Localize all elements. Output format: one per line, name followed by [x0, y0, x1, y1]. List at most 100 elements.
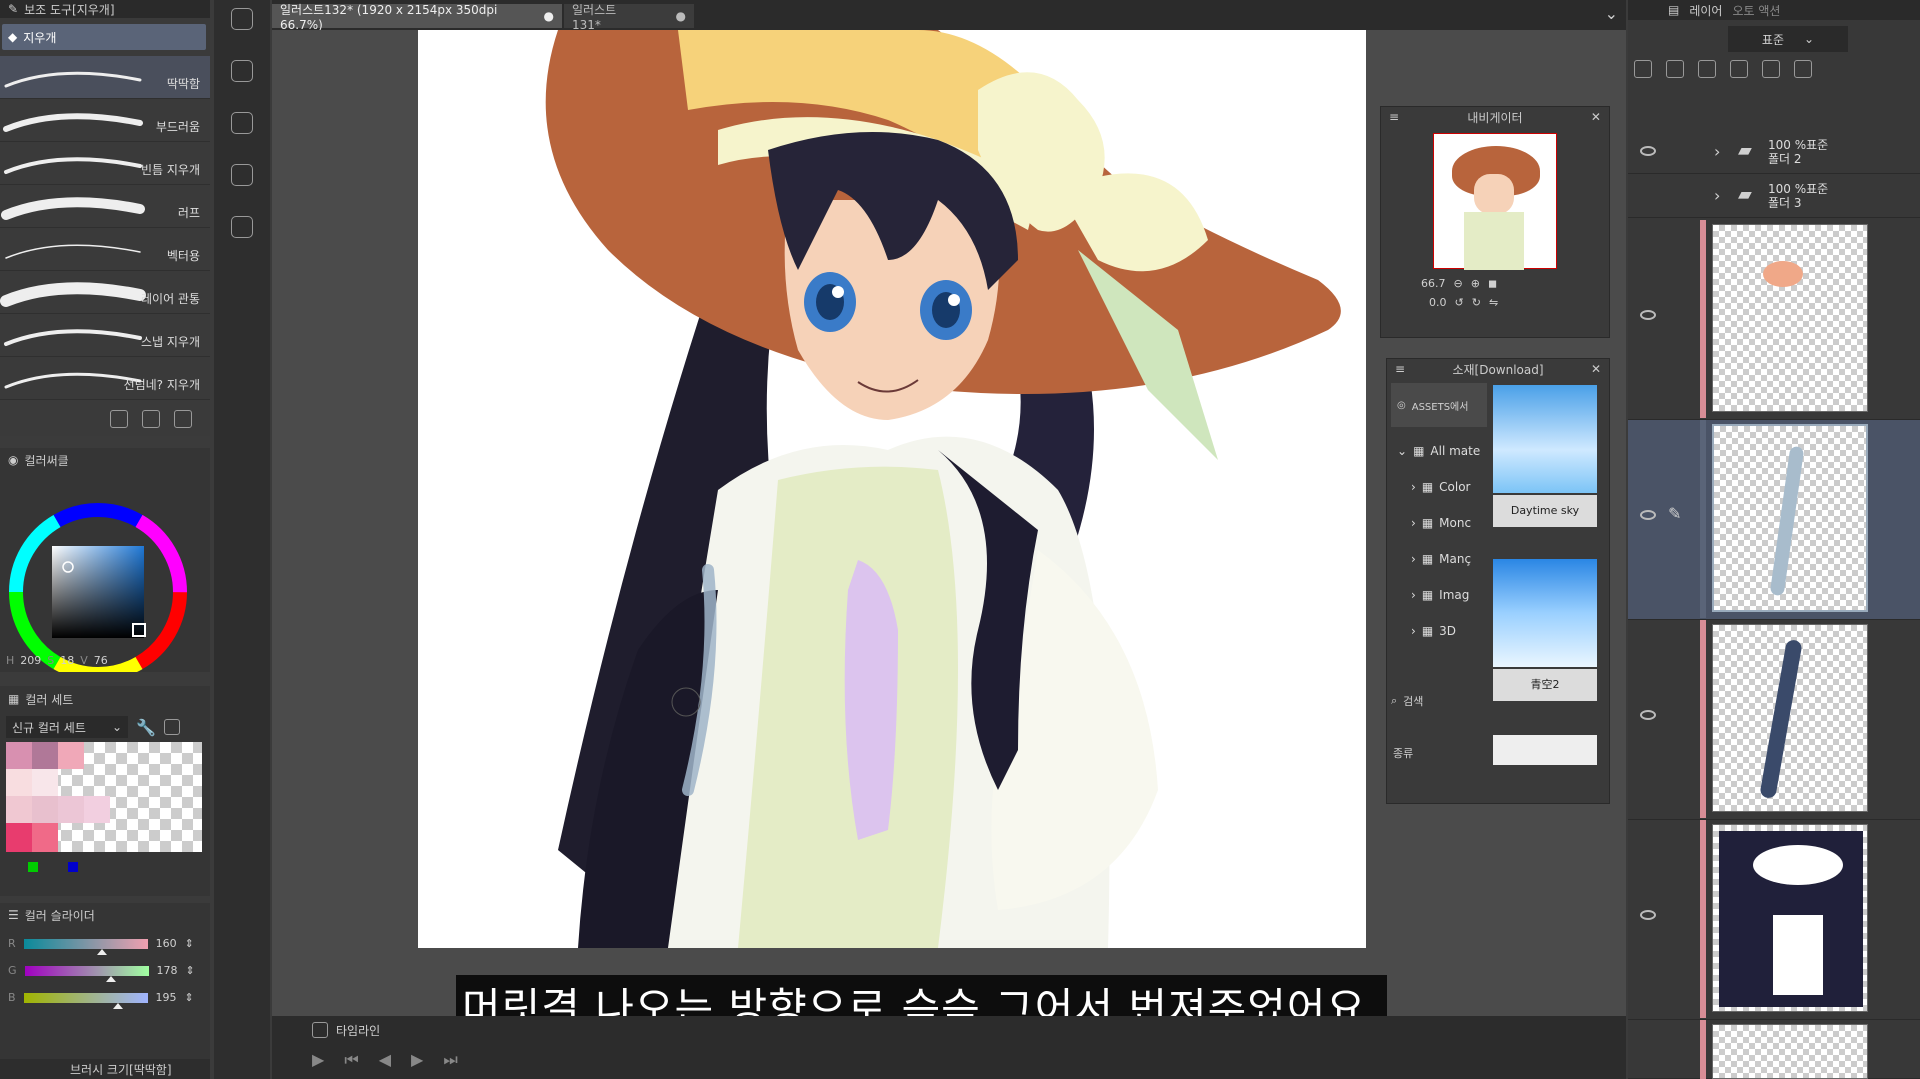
brush-item[interactable]: 빈틈 지우개	[0, 142, 210, 185]
layer-folder-2[interactable]: › ▰ 100 %표준 폴더 2	[1628, 130, 1920, 174]
brush-item[interactable]: 벡터용	[0, 228, 210, 271]
step-forward-icon[interactable]: ▶	[411, 1050, 423, 1070]
assets-button[interactable]: ◎ ASSETS에서	[1391, 383, 1487, 427]
brush-item[interactable]: 러프	[0, 185, 210, 228]
eye-icon[interactable]	[1640, 710, 1656, 720]
flip-icon[interactable]: ⇋	[1489, 296, 1498, 309]
stepper-icon[interactable]: ⇕	[185, 937, 194, 950]
eye-icon[interactable]	[1640, 910, 1656, 920]
download-icon[interactable]	[110, 410, 128, 428]
category-icon: ▦	[1421, 552, 1434, 566]
eye-icon[interactable]	[1640, 146, 1656, 156]
layer-row-1[interactable]	[1628, 220, 1920, 420]
material-thumb-daytime-sky[interactable]	[1493, 385, 1597, 493]
skip-end-icon[interactable]: ⏭	[443, 1050, 457, 1070]
close-dot-icon[interactable]: ●	[544, 9, 554, 23]
zoom-in-icon[interactable]: ⊕	[1471, 277, 1480, 290]
navigate-icon[interactable]	[231, 8, 253, 30]
layer-row-5[interactable]	[1628, 1020, 1920, 1079]
chevron-right-icon[interactable]: ›	[1411, 552, 1416, 566]
slider-track[interactable]	[24, 965, 149, 982]
merge-icon[interactable]	[1794, 60, 1812, 78]
material-thumb-sky2[interactable]	[1493, 559, 1597, 667]
close-dot-icon[interactable]: ●	[676, 9, 686, 23]
color-swatches[interactable]	[6, 742, 202, 852]
slider-value: 195	[155, 991, 177, 1004]
slider-track[interactable]	[23, 938, 148, 955]
tab-illust131[interactable]: 일러스트131* ●	[564, 3, 694, 32]
material-tree-item[interactable]: › ▦ Color	[1387, 469, 1487, 505]
trash-icon[interactable]	[174, 410, 192, 428]
slider-handle-icon[interactable]	[112, 1002, 123, 1009]
material-tree-item[interactable]: ⌄ ▦ All mate	[1387, 433, 1487, 469]
chevron-right-icon[interactable]: ›	[1411, 624, 1416, 638]
brush-item[interactable]: 레이어 관통	[0, 271, 210, 314]
brush-item[interactable]: 딱딱함	[0, 56, 210, 99]
edit-icon[interactable]	[231, 112, 253, 134]
fit-icon[interactable]: ◼	[1488, 277, 1497, 290]
close-icon[interactable]: ✕	[1591, 110, 1601, 124]
chevron-right-icon[interactable]: ›	[1714, 186, 1720, 205]
layer-stack-icon[interactable]	[231, 60, 253, 82]
blend-mode-dropdown[interactable]: 표준 ⌄	[1728, 26, 1848, 52]
material-tree-item[interactable]: › ▦ Imag	[1387, 577, 1487, 613]
menu-icon[interactable]: ≡	[1395, 362, 1405, 376]
chevron-right-icon[interactable]: ›	[1411, 516, 1416, 530]
layer-panel: ▤ 레이어 오토 액션 표준 ⌄ › ▰ 100 %표준 폴더 2 › ▰ 100 …	[1628, 0, 1920, 1079]
material-tree-item[interactable]: › ▦ Monc	[1387, 505, 1487, 541]
chevron-down-icon[interactable]: ⌄	[1605, 4, 1618, 23]
tab-illust132[interactable]: 일러스트132* (1920 x 2154px 350dpi 66.7%) ●	[272, 3, 562, 32]
blue-swatch-icon[interactable]	[68, 862, 78, 872]
eye-icon[interactable]	[1640, 510, 1656, 520]
color-set-dropdown[interactable]: 신규 컬러 세트 ⌄	[6, 716, 128, 738]
navigator-preview[interactable]	[1433, 133, 1557, 270]
brush-item[interactable]: 부드러움	[0, 99, 210, 142]
chevron-right-icon[interactable]: ›	[1714, 142, 1720, 161]
color-wheel[interactable]	[0, 472, 210, 681]
wrench-icon[interactable]: 🔧	[136, 718, 156, 737]
rotate-left-icon[interactable]: ↺	[1455, 296, 1464, 309]
menu-icon[interactable]: ≡	[1389, 110, 1399, 124]
figure-icon[interactable]	[231, 216, 253, 238]
material-tree-item[interactable]: › ▦ 3D	[1387, 613, 1487, 649]
color-set-tab[interactable]: 컬러 세트	[25, 691, 73, 708]
brush-item[interactable]: 선넘네? 지우개	[0, 357, 210, 400]
reference-icon[interactable]	[1634, 60, 1652, 78]
new-folder-icon[interactable]	[1762, 60, 1780, 78]
green-swatch-icon[interactable]	[28, 862, 38, 872]
material-tree-item[interactable]: › ▦ Manç	[1387, 541, 1487, 577]
camera-icon[interactable]	[231, 164, 253, 186]
drawing-canvas[interactable]	[418, 30, 1366, 948]
eye-icon[interactable]	[1640, 310, 1656, 320]
brush-item[interactable]: 스냅 지우개	[0, 314, 210, 357]
layer-folder-3[interactable]: › ▰ 100 %표준 폴더 3	[1628, 174, 1920, 218]
slider-track[interactable]	[23, 992, 148, 1009]
h-label: H	[6, 654, 15, 667]
duplicate-icon[interactable]	[142, 410, 160, 428]
clip-icon[interactable]	[1698, 60, 1716, 78]
play-icon[interactable]: ▶	[312, 1050, 324, 1070]
layer-tab[interactable]: 레이어	[1689, 2, 1722, 19]
slider-value: 160	[155, 937, 177, 950]
auto-action-tab[interactable]: 오토 액션	[1732, 2, 1780, 19]
stepper-icon[interactable]: ⇕	[185, 991, 194, 1004]
step-back-icon[interactable]: ◀	[379, 1050, 391, 1070]
layer-row-2-selected[interactable]: ✎	[1628, 420, 1920, 620]
chevron-right-icon[interactable]: ›	[1411, 588, 1416, 602]
skip-start-icon[interactable]: ⏮	[344, 1050, 358, 1070]
rotate-right-icon[interactable]: ↻	[1472, 296, 1481, 309]
new-layer-icon[interactable]	[1730, 60, 1748, 78]
brush-stroke-icon	[4, 71, 142, 88]
chevron-right-icon[interactable]: ›	[1411, 480, 1416, 494]
chevron-down-icon[interactable]: ⌄	[1397, 444, 1407, 458]
import-icon[interactable]	[163, 719, 180, 735]
subtool-group-eraser[interactable]: ◆ 지우개	[2, 24, 206, 50]
layer-row-3[interactable]	[1628, 620, 1920, 820]
layer-row-4[interactable]	[1628, 820, 1920, 1020]
stepper-icon[interactable]: ⇕	[186, 964, 195, 977]
close-icon[interactable]: ✕	[1591, 362, 1601, 376]
lock-icon[interactable]	[1666, 60, 1684, 78]
material-thumb-3[interactable]	[1493, 735, 1597, 765]
material-search[interactable]: ⌕ 검색	[1391, 693, 1423, 709]
zoom-out-icon[interactable]: ⊖	[1454, 277, 1463, 290]
